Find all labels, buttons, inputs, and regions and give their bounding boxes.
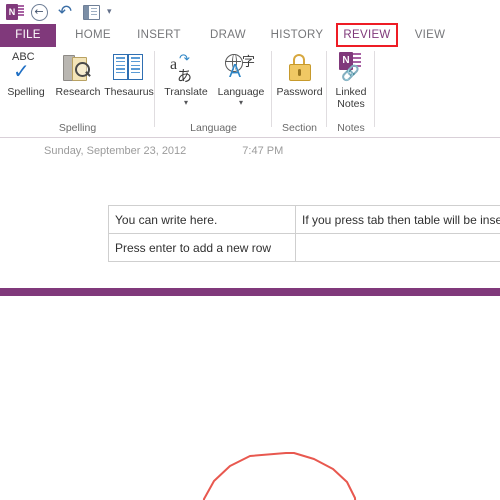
table-row[interactable]: You can write here. If you press tab the…: [108, 205, 500, 234]
language-button-label: Language: [217, 86, 265, 98]
page-canvas[interactable]: Sunday, September 23, 2012 7:47 PM You ca…: [0, 138, 500, 500]
tab-home[interactable]: HOME: [62, 24, 124, 47]
quick-access-toolbar: N ← ↶ ▾: [0, 0, 500, 24]
research-button-label: Research: [55, 86, 101, 98]
tab-insert[interactable]: INSERT: [126, 24, 192, 47]
tab-draw[interactable]: DRAW: [198, 24, 258, 47]
spelling-button-label: Spelling: [7, 86, 45, 98]
thesaurus-button-label: Thesaurus: [104, 86, 154, 98]
group-label-section: Section: [281, 122, 318, 134]
spelling-check-icon: ABC ✓: [1, 50, 51, 86]
dock-to-desktop-icon: [82, 4, 100, 20]
ribbon-group-spelling: ABC ✓ Spelling Research Thesaurus Spelli…: [0, 47, 155, 137]
group-separator: [374, 51, 375, 127]
back-button[interactable]: ←: [28, 1, 50, 23]
tab-file[interactable]: FILE: [0, 24, 56, 47]
padlock-icon: [273, 50, 326, 86]
linked-notes-button-label-line1: Linked: [335, 86, 367, 98]
review-tab-highlight-box: [336, 23, 398, 47]
customize-quick-access-button[interactable]: ▾: [107, 7, 112, 17]
spelling-button[interactable]: ABC ✓ Spelling: [1, 50, 51, 98]
page-time[interactable]: 7:47 PM: [242, 145, 283, 157]
translate-button-label: Translate: [164, 86, 208, 98]
ribbon-group-section: Password Section: [272, 47, 327, 137]
undo-button[interactable]: ↶: [54, 1, 76, 23]
tab-view[interactable]: VIEW: [404, 24, 456, 47]
table-cell-r2c1[interactable]: Press enter to add a new row: [108, 233, 296, 262]
linked-notes-icon: N 🔗: [328, 50, 374, 86]
language-globe-icon: 字 A: [213, 50, 269, 86]
translate-dropdown-chevron-down-icon[interactable]: ▾: [159, 98, 213, 107]
group-label-spelling: Spelling: [58, 122, 97, 134]
table-cell-r1c2[interactable]: If you press tab then table will be inse…: [295, 205, 500, 234]
dock-to-desktop-button[interactable]: [80, 1, 102, 23]
thesaurus-open-book-icon: [104, 50, 154, 86]
table-row[interactable]: Press enter to add a new row: [108, 233, 500, 262]
research-button[interactable]: Research: [52, 50, 104, 98]
thesaurus-button[interactable]: Thesaurus: [104, 50, 154, 98]
linked-notes-button[interactable]: N 🔗 Linked Notes: [328, 50, 374, 110]
ribbon-group-language: ↷ a あ Translate ▾ 字 A Language ▾ Languag…: [155, 47, 272, 137]
translate-icon: ↷ a あ: [170, 52, 193, 85]
table-cell-r2c2[interactable]: [295, 233, 500, 262]
table-cell-r1c1[interactable]: You can write here.: [108, 205, 296, 234]
group-label-notes: Notes: [337, 122, 365, 134]
page-date[interactable]: Sunday, September 23, 2012: [44, 145, 186, 157]
onenote-logo-letter: N: [6, 4, 18, 20]
research-books-magnifier-icon: [52, 50, 104, 86]
page-datetime: Sunday, September 23, 2012 7:47 PM: [44, 145, 283, 157]
onenote-logo-icon: N: [6, 4, 24, 20]
translate-button[interactable]: ↷ a あ Translate ▾: [159, 50, 213, 107]
back-arrow-icon: ←: [30, 3, 48, 21]
note-table[interactable]: You can write here. If you press tab the…: [108, 205, 500, 262]
linked-notes-button-label-line2: Notes: [337, 98, 365, 110]
language-dropdown-chevron-down-icon[interactable]: ▾: [213, 98, 269, 107]
password-button[interactable]: Password: [273, 50, 326, 98]
undo-arrow-icon: ↶: [57, 1, 73, 22]
password-button-label: Password: [276, 86, 323, 98]
language-button[interactable]: 字 A Language ▾: [213, 50, 269, 107]
tab-history[interactable]: HISTORY: [262, 24, 332, 47]
group-label-language: Language: [190, 122, 237, 134]
ribbon-content: ABC ✓ Spelling Research Thesaurus Spelli…: [0, 47, 500, 138]
chain-link-icon: 🔗: [341, 64, 360, 82]
ribbon-group-notes: N 🔗 Linked Notes Notes: [327, 47, 375, 137]
onenote-window: N ← ↶ ▾ FILE HOME INSERT DRAW HISTORY RE…: [0, 0, 500, 500]
onenote-logo-tabs: [18, 5, 24, 19]
ribbon-tabstrip: FILE HOME INSERT DRAW HISTORY REVIEW VIE…: [0, 24, 500, 48]
red-ink-circle[interactable]: [190, 443, 370, 500]
checkmark-icon: ✓: [13, 59, 30, 83]
page-divider-bar: [0, 288, 500, 296]
